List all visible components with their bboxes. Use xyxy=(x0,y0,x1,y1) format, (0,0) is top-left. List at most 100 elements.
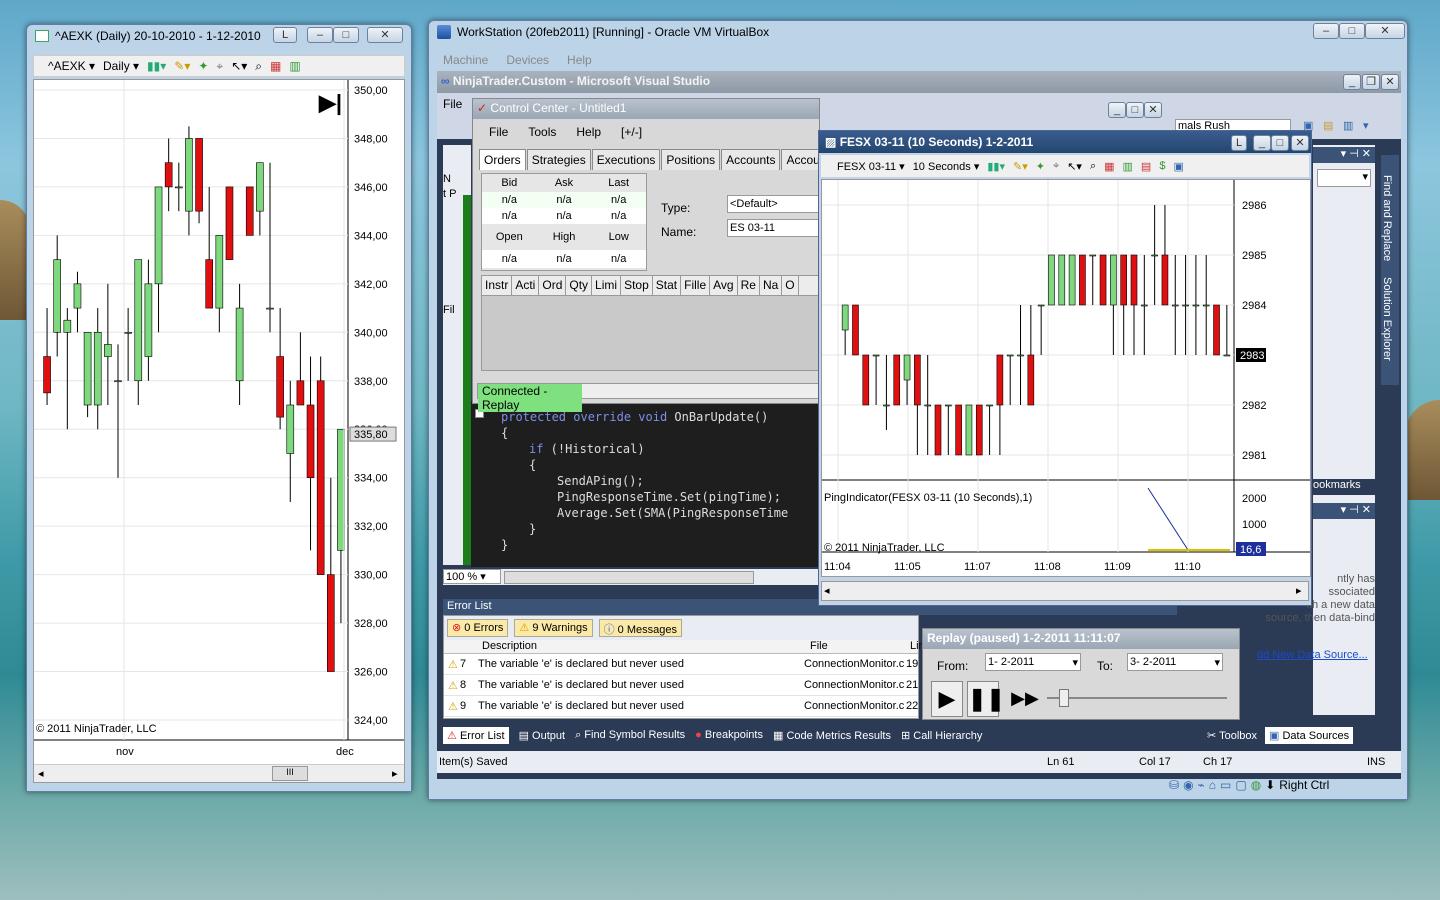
order-column-header[interactable]: Qty xyxy=(566,276,593,295)
error-row[interactable]: ⚠ 9 The variable 'e' is declared but never… xyxy=(444,696,918,717)
cc-menu-tools[interactable]: Tools xyxy=(528,125,556,139)
vs-toolbar-icon-props[interactable]: ▥ xyxy=(1343,119,1353,132)
left-chart-hscroll[interactable]: ◂ III ▸ xyxy=(34,764,404,782)
zoom-icon[interactable]: ⌕ xyxy=(255,59,262,74)
cc-tab-accounts[interactable]: Accounts xyxy=(721,149,781,170)
replay-speed-slider[interactable] xyxy=(1047,697,1227,699)
vbox-maximize-button[interactable]: □ xyxy=(1339,23,1365,39)
candle-style-icon[interactable]: ▮▮▾ xyxy=(147,59,166,73)
order-column-header[interactable]: Stop xyxy=(621,276,653,295)
editor-hscroll[interactable] xyxy=(504,570,755,584)
replay-fast-forward-button[interactable]: ▶▶ xyxy=(1009,681,1041,717)
left-chart-minimize-button[interactable]: – xyxy=(307,27,333,43)
vs-toolbar-icon-open[interactable]: ▤ xyxy=(1323,119,1333,132)
order-column-header[interactable]: Na xyxy=(759,276,783,295)
fesx-close[interactable]: ✕ xyxy=(1291,135,1309,151)
pointer-icon[interactable]: ↖▾ xyxy=(231,59,247,73)
cc-tab-positions[interactable]: Positions xyxy=(661,149,721,170)
order-column-header[interactable]: Limi xyxy=(592,276,622,295)
from-date-dropdown-icon[interactable]: ▾ xyxy=(1072,656,1078,669)
cc-minimize[interactable]: _ xyxy=(1108,102,1126,118)
vbox-minimize-button[interactable]: – xyxy=(1313,23,1339,39)
cc-tab-strategies[interactable]: Strategies xyxy=(526,149,591,170)
order-column-header[interactable]: Stat xyxy=(652,276,682,295)
fesx-layout-icon[interactable]: ▣ xyxy=(1173,160,1183,173)
order-column-header[interactable]: Avg xyxy=(710,276,738,295)
fesx-maximize[interactable]: □ xyxy=(1271,135,1289,151)
replay-play-button[interactable]: ▶ xyxy=(931,681,963,717)
tab-call-hierarchy[interactable]: ⊞ Call Hierarchy xyxy=(901,729,982,742)
replay-slider-thumb[interactable] xyxy=(1059,689,1069,707)
cc-menu-help[interactable]: Help xyxy=(576,125,601,139)
left-chart-close-button[interactable]: ✕ xyxy=(367,27,403,43)
tab-find-symbol[interactable]: ⌕ Find Symbol Results xyxy=(575,729,685,742)
scroll-thumb[interactable]: III xyxy=(272,766,308,781)
fesx-pin-icon[interactable]: ✦ xyxy=(1036,160,1045,173)
tab-output[interactable]: ▤ Output xyxy=(519,729,566,742)
replay-titlebar[interactable]: Replay (paused) 1-2-2011 11:11:07 xyxy=(923,629,1239,649)
side-tab-find-replace[interactable]: Find and Replace xyxy=(1381,155,1393,261)
to-date-field[interactable]: 3- 2-2011 ▾ xyxy=(1127,653,1223,671)
vs-toolbar-icon-more[interactable]: ▾ xyxy=(1363,119,1369,132)
fesx-money-icon[interactable]: $ xyxy=(1159,160,1165,172)
order-column-header[interactable]: Fille xyxy=(681,276,711,295)
fesx-hscroll[interactable]: ◂ ▸ xyxy=(821,581,1309,601)
fesx-candle-style-icon[interactable]: ▮▮▾ xyxy=(987,160,1005,173)
error-row[interactable]: ⚠ 8 The variable 'e' is declared but never… xyxy=(444,675,918,696)
tab-breakpoints[interactable]: ● Breakpoints xyxy=(695,729,763,741)
errors-filter[interactable]: ⊗ 0 Errors xyxy=(447,619,509,637)
vs-titlebar[interactable]: ∞ NinjaTrader.Custom - Microsoft Visual … xyxy=(437,71,1401,93)
tab-code-metrics[interactable]: ▦ Code Metrics Results xyxy=(773,729,891,742)
menu-machine[interactable]: Machine xyxy=(443,53,488,67)
menu-devices[interactable]: Devices xyxy=(506,53,549,67)
vs-file-menu[interactable]: File xyxy=(443,97,462,111)
fesx-draw-tool-icon[interactable]: ✎▾ xyxy=(1013,160,1028,173)
vbox-titlebar[interactable]: WorkStation (20feb2011) [Running] - Orac… xyxy=(429,21,1407,43)
order-column-header[interactable]: O xyxy=(782,276,799,295)
tab-error-list[interactable]: ⚠ Error List xyxy=(443,726,509,744)
cc-tab-orders[interactable]: Orders xyxy=(479,149,526,170)
order-column-header[interactable]: Acti xyxy=(512,276,540,295)
vs-minimize[interactable]: _ xyxy=(1343,74,1361,90)
fesx-crosshair-icon[interactable]: ⌖ xyxy=(1053,160,1059,173)
code-editor[interactable]: protected override void OnBarUpdate() { … xyxy=(471,401,821,567)
zoom-selector[interactable]: 100 % ▾ xyxy=(443,569,501,584)
warnings-filter[interactable]: ⚠ 9 Warnings xyxy=(514,619,593,637)
order-column-header[interactable]: Re xyxy=(737,276,760,295)
cc-menu-file[interactable]: File xyxy=(489,125,508,139)
col-description[interactable]: Description xyxy=(482,640,537,652)
messages-filter[interactable]: ⓘ 0 Messages xyxy=(598,619,682,637)
col-file[interactable]: File xyxy=(810,640,828,652)
fesx-zoom-icon[interactable]: ⌕ xyxy=(1090,160,1096,173)
left-chart-lock-button[interactable]: L xyxy=(273,27,297,43)
properties-icon[interactable]: ▥ xyxy=(289,59,300,73)
fesx-scroll-left[interactable]: ◂ xyxy=(824,584,830,597)
fesx-instrument-selector[interactable]: FESX 03-11 ▾ xyxy=(837,160,905,173)
cc-close[interactable]: ✕ xyxy=(1144,102,1162,118)
vs-close[interactable]: ✕ xyxy=(1381,74,1399,90)
pin-icon[interactable]: ✦ xyxy=(198,59,208,73)
fesx-period-selector[interactable]: 10 Seconds ▾ xyxy=(913,160,980,173)
side-tab-solution-explorer[interactable]: Solution Explorer xyxy=(1381,261,1393,361)
left-chart-maximize-button[interactable]: □ xyxy=(333,27,359,43)
fesx-indicator-icon[interactable]: ▤ xyxy=(1141,160,1151,173)
fesx-properties-icon[interactable]: ▥ xyxy=(1123,160,1133,173)
vs-right-dropdown[interactable]: ▾ xyxy=(1317,169,1371,187)
vs-partial-tab-n[interactable]: N xyxy=(443,173,471,185)
orders-icon[interactable]: ▦ xyxy=(270,59,281,73)
instrument-selector[interactable]: ^AEXK ▾ xyxy=(48,59,95,73)
crosshair-icon[interactable]: ⌖ xyxy=(216,59,223,74)
name-field[interactable]: ES 03-11 xyxy=(727,219,819,237)
period-selector[interactable]: Daily ▾ xyxy=(103,59,139,73)
add-data-source-link[interactable]: dd New Data Source... xyxy=(1257,649,1368,661)
tab-data-sources[interactable]: ▣ Data Sources xyxy=(1265,726,1354,744)
draw-tool-icon[interactable]: ✎▾ xyxy=(174,59,190,73)
cc-maximize[interactable]: □ xyxy=(1126,102,1144,118)
vs-restore[interactable]: ❐ xyxy=(1362,74,1380,90)
type-field[interactable]: <Default> xyxy=(727,195,819,213)
control-center-titlebar[interactable]: ✓ Control Center - Untitled1 xyxy=(473,99,819,119)
menu-help[interactable]: Help xyxy=(567,53,592,67)
fesx-pointer-icon[interactable]: ↖▾ xyxy=(1067,160,1082,173)
tab-toolbox[interactable]: ✂ Toolbox xyxy=(1207,729,1257,742)
error-row[interactable]: ⚠ 7 The variable 'e' is declared but never… xyxy=(444,654,918,675)
